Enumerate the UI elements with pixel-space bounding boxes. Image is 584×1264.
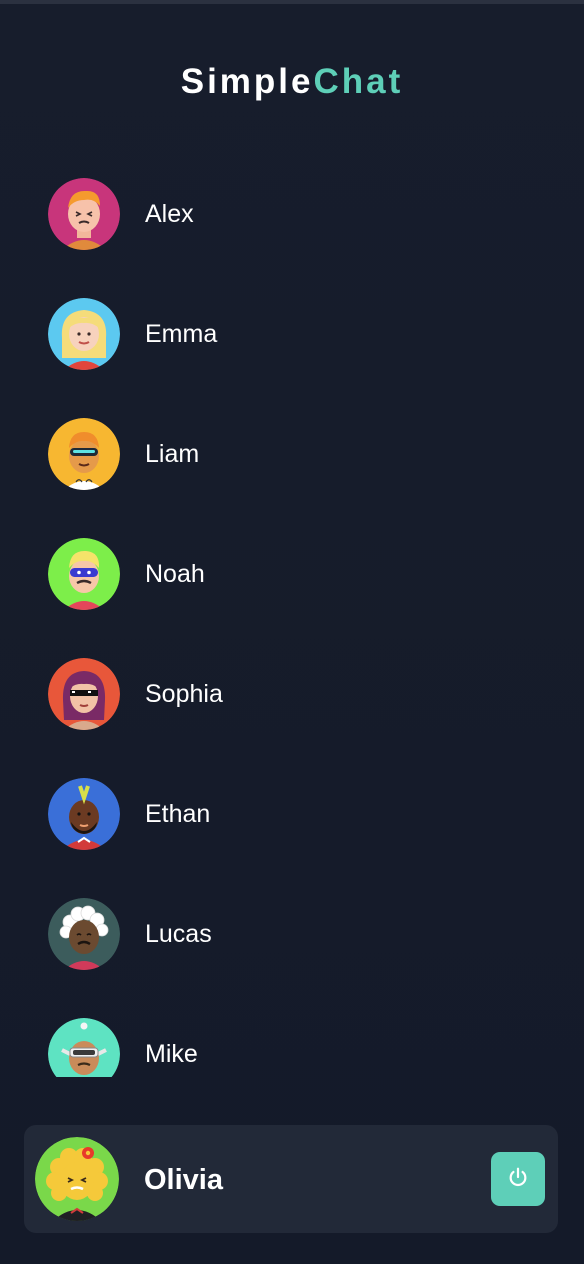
contact-name: Ethan xyxy=(145,800,211,828)
current-user-panel: Olivia xyxy=(24,1125,558,1233)
avatar xyxy=(48,298,120,370)
avatar xyxy=(48,898,120,970)
contact-item-lucas[interactable]: Lucas xyxy=(0,874,584,994)
power-icon xyxy=(507,1166,529,1193)
contact-name: Alex xyxy=(145,200,194,228)
contact-item-liam[interactable]: Liam xyxy=(0,394,584,514)
logout-button[interactable] xyxy=(491,1152,545,1206)
chat-sidebar: SimpleChat Alex Emma Liam Noah Sophia Et… xyxy=(0,4,584,1264)
contact-item-emma[interactable]: Emma xyxy=(0,274,584,394)
avatar xyxy=(48,538,120,610)
contact-item-noah[interactable]: Noah xyxy=(0,514,584,634)
contact-item-ethan[interactable]: Ethan xyxy=(0,754,584,874)
current-user-name: Olivia xyxy=(144,1164,223,1196)
avatar xyxy=(48,418,120,490)
logo-text-simple: Simple xyxy=(180,62,314,101)
avatar xyxy=(48,658,120,730)
contact-name: Lucas xyxy=(145,920,212,948)
contact-list: Alex Emma Liam Noah Sophia Ethan Lucas M… xyxy=(0,154,584,1077)
contact-item-sophia[interactable]: Sophia xyxy=(0,634,584,754)
avatar xyxy=(48,1018,120,1077)
current-user-avatar xyxy=(35,1137,119,1221)
logo-text-chat: Chat xyxy=(313,62,404,101)
avatar xyxy=(48,178,120,250)
contact-name: Emma xyxy=(145,320,218,348)
avatar xyxy=(48,778,120,850)
contact-name: Mike xyxy=(145,1040,198,1068)
contact-name: Liam xyxy=(145,440,200,468)
contact-name: Sophia xyxy=(145,680,223,708)
contact-item-alex[interactable]: Alex xyxy=(0,154,584,274)
contact-item-mike[interactable]: Mike xyxy=(0,994,584,1077)
contact-name: Noah xyxy=(145,560,205,588)
app-logo: SimpleChat xyxy=(0,62,584,102)
